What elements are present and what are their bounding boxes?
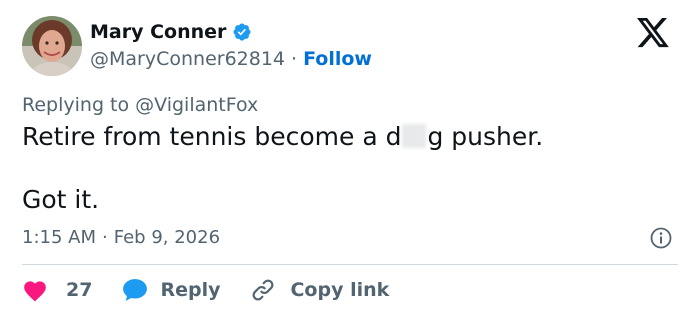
tweet-time: 1:15 AM — [22, 227, 96, 248]
author-handle-row: @MaryConner62814 · Follow — [90, 47, 372, 71]
author-display-name[interactable]: Mary Conner — [90, 20, 226, 44]
tweet-card: Mary Conner @MaryConner62814 · Follow Re… — [0, 0, 700, 318]
like-button[interactable]: 27 — [22, 278, 92, 302]
author-handle[interactable]: @MaryConner62814 — [90, 47, 285, 71]
reply-to-handle[interactable]: @VigilantFox — [135, 94, 258, 116]
tweet-text: Retire from tennis become a d g pusher. — [22, 120, 662, 154]
reply-prefix: Replying to — [22, 94, 130, 116]
divider — [22, 264, 678, 265]
tweet-date: Feb 9, 2026 — [113, 227, 221, 248]
link-icon — [250, 277, 276, 303]
x-logo-icon[interactable] — [635, 18, 671, 50]
copy-link-button[interactable]: Copy link — [250, 277, 389, 303]
handle-separator: · — [291, 48, 298, 70]
like-count: 27 — [66, 279, 93, 301]
verified-badge-icon — [232, 22, 252, 42]
reply-context: Replying to @VigilantFox — [22, 92, 258, 118]
copy-link-label: Copy link — [290, 279, 390, 301]
redaction-blur — [402, 124, 427, 148]
timestamp-separator: · — [102, 227, 108, 248]
heart-icon — [22, 278, 48, 302]
author-name-row: Mary Conner — [90, 20, 252, 44]
reply-label: Reply — [160, 279, 221, 301]
tweet-text-part-1: Retire from tennis become a d — [22, 122, 402, 151]
follow-button[interactable]: Follow — [303, 47, 372, 71]
info-icon[interactable] — [649, 226, 673, 250]
tweet-text-part-2: g pusher. — [427, 122, 544, 151]
tweet-text-line-2: Got it. — [22, 185, 100, 214]
avatar[interactable] — [22, 16, 82, 76]
reply-bubble-icon — [122, 278, 148, 302]
reply-button[interactable]: Reply — [122, 278, 220, 302]
action-bar: 27 Reply Copy link — [22, 274, 389, 306]
timestamp[interactable]: 1:15 AM · Feb 9, 2026 — [22, 226, 220, 250]
